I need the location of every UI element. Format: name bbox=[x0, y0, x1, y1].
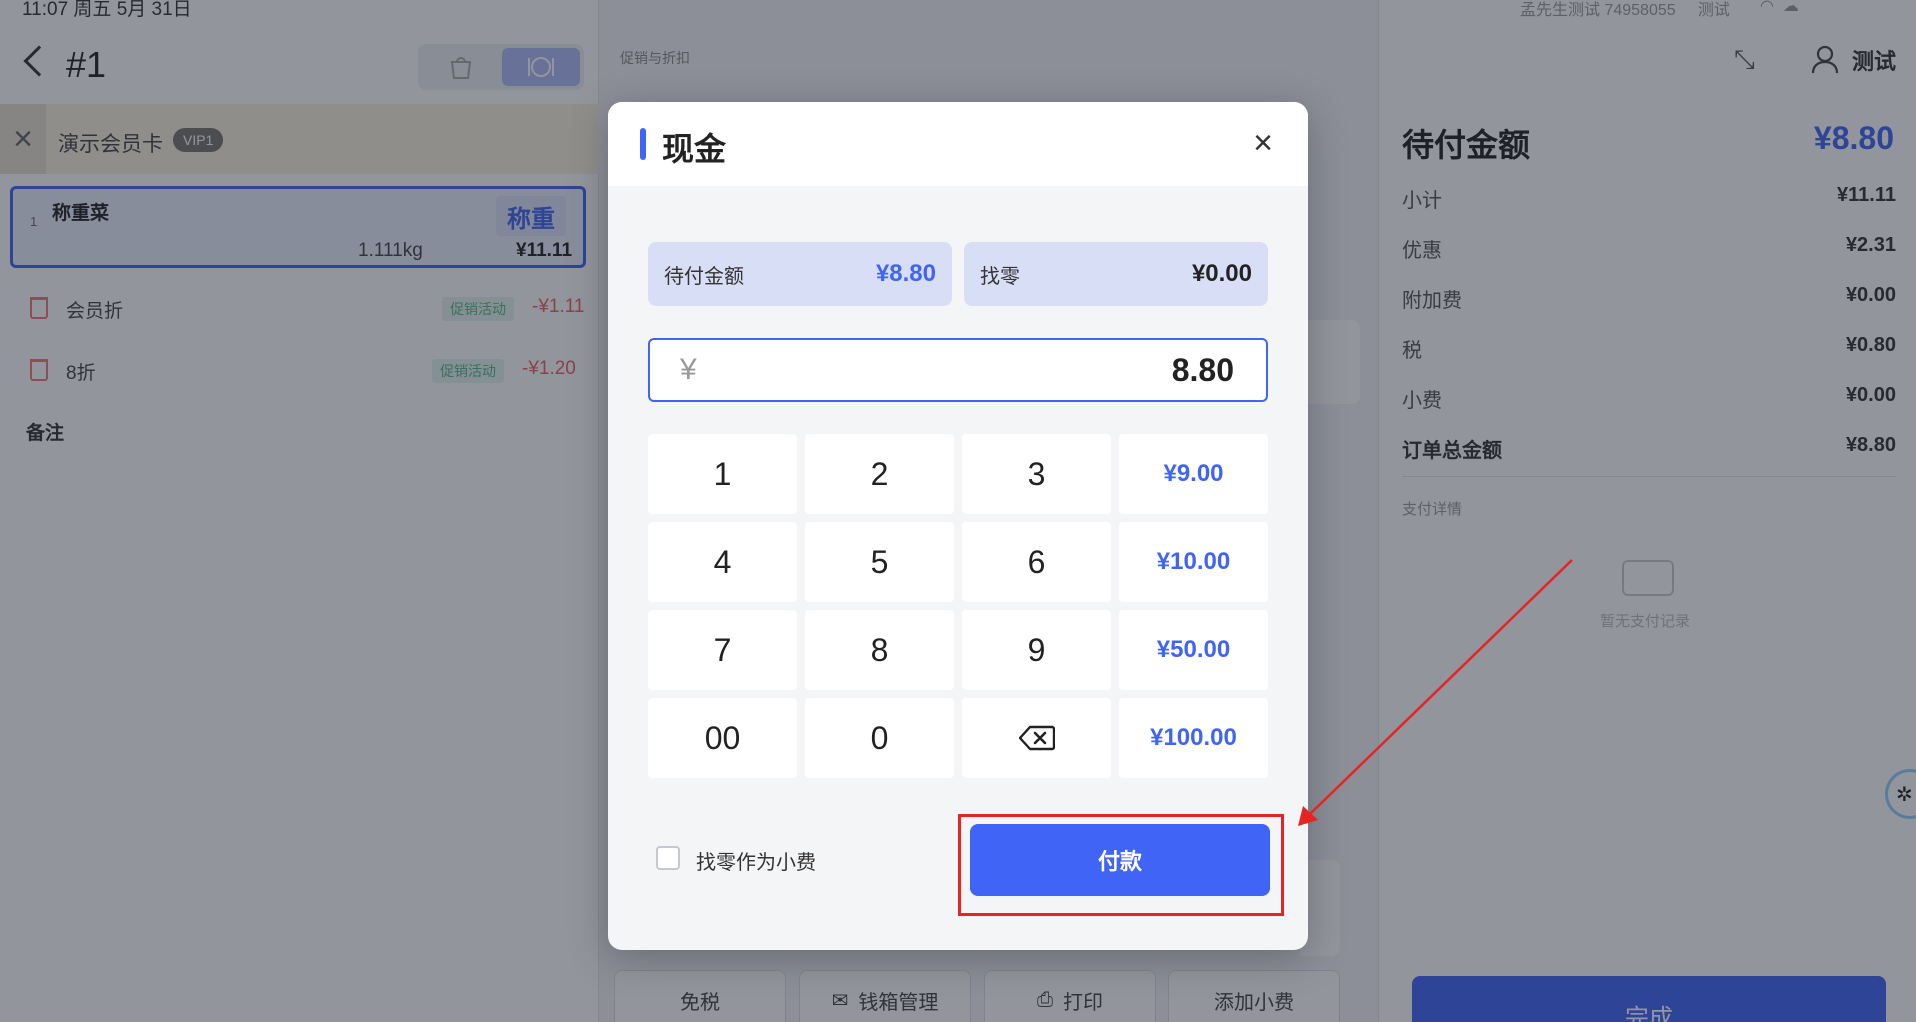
backspace-icon bbox=[1018, 725, 1055, 751]
key-5[interactable]: 5 bbox=[805, 522, 954, 602]
change-value: ¥0.00 bbox=[1191, 260, 1252, 287]
quick-amount-100[interactable]: ¥100.00 bbox=[1119, 698, 1268, 778]
key-8[interactable]: 8 bbox=[805, 610, 954, 690]
key-6[interactable]: 6 bbox=[962, 522, 1111, 602]
title-accent-bar bbox=[640, 128, 646, 160]
quick-amount-50[interactable]: ¥50.00 bbox=[1119, 610, 1268, 690]
pending-amount-label: 待付金额 bbox=[664, 265, 744, 288]
quick-amount-10[interactable]: ¥10.00 bbox=[1119, 522, 1268, 602]
cash-payment-modal: 现金 × 待付金额 ¥8.80 找零 ¥0.00 ¥ 8.80 1 2 3 ¥9… bbox=[608, 102, 1308, 950]
quick-amount-9[interactable]: ¥9.00 bbox=[1119, 434, 1268, 514]
key-00[interactable]: 00 bbox=[648, 698, 797, 778]
key-4[interactable]: 4 bbox=[648, 522, 797, 602]
change-as-tip-label[interactable]: 找零作为小费 bbox=[696, 846, 816, 875]
currency-symbol: ¥ bbox=[680, 353, 697, 386]
backspace-key[interactable] bbox=[962, 698, 1111, 778]
key-7[interactable]: 7 bbox=[648, 610, 797, 690]
change-label: 找零 bbox=[980, 265, 1020, 288]
key-0[interactable]: 0 bbox=[805, 698, 954, 778]
cash-amount-input[interactable]: ¥ 8.80 bbox=[648, 338, 1268, 402]
key-1[interactable]: 1 bbox=[648, 434, 797, 514]
close-icon[interactable]: × bbox=[1246, 126, 1280, 160]
pay-button[interactable]: 付款 bbox=[970, 824, 1270, 896]
modal-header: 现金 × bbox=[608, 102, 1308, 186]
cash-amount-value: 8.80 bbox=[1171, 351, 1234, 388]
pending-amount-box: 待付金额 ¥8.80 bbox=[648, 242, 952, 306]
key-2[interactable]: 2 bbox=[805, 434, 954, 514]
numeric-keypad: 1 2 3 ¥9.00 4 5 6 ¥10.00 7 8 9 ¥50.00 00… bbox=[648, 434, 1268, 778]
key-9[interactable]: 9 bbox=[962, 610, 1111, 690]
change-box: 找零 ¥0.00 bbox=[964, 242, 1268, 306]
modal-title: 现金 bbox=[662, 131, 727, 167]
key-3[interactable]: 3 bbox=[962, 434, 1111, 514]
change-as-tip-checkbox[interactable] bbox=[656, 846, 680, 870]
pending-amount-value: ¥8.80 bbox=[875, 260, 936, 287]
